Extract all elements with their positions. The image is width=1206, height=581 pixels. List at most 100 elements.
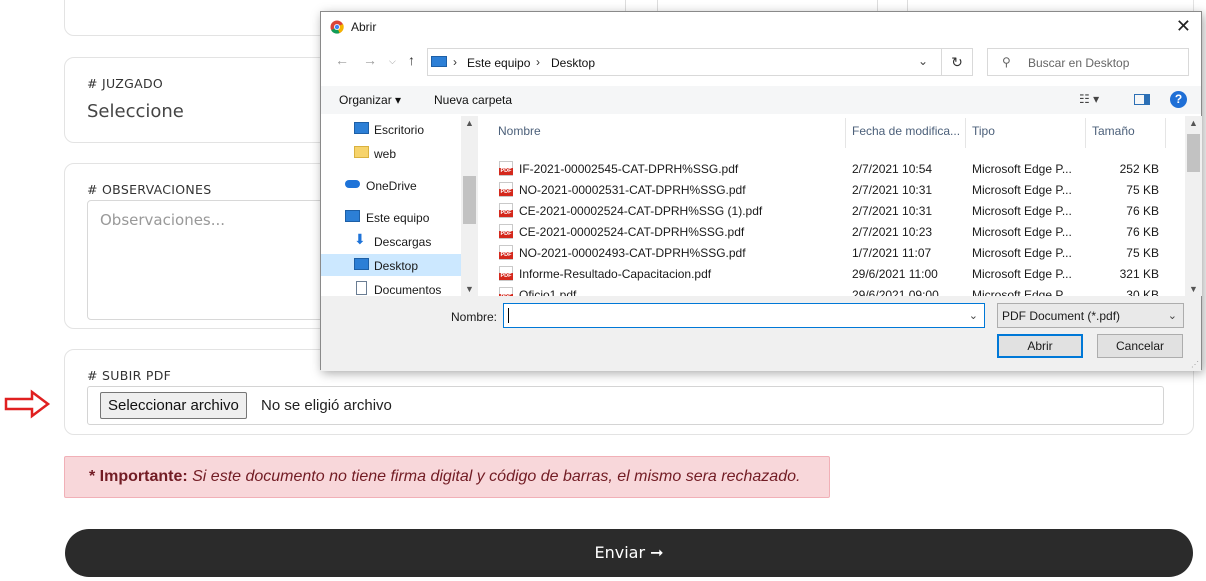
nav-item-web[interactable]: web: [321, 142, 461, 164]
file-date: 2/7/2021 10:31: [852, 204, 933, 218]
file-size: 252 KB: [1119, 162, 1159, 176]
scrollbar-thumb[interactable]: [1187, 134, 1200, 172]
file-row[interactable]: Informe-Resultado-Capacitacion.pdf 29/6/…: [497, 263, 1185, 284]
open-file-dialog: Abrir ✕ ← → ⌵ ↑ › Este equipo › Desktop …: [320, 11, 1202, 371]
nav-item-label: Este equipo: [366, 211, 430, 225]
computer-icon: [431, 56, 447, 67]
organize-menu[interactable]: Organizar ▾: [339, 93, 401, 107]
alert-prefix: * Importante:: [89, 468, 188, 485]
observaciones-textarea[interactable]: Observaciones...: [87, 200, 337, 320]
open-button[interactable]: Abrir: [997, 334, 1083, 358]
scroll-up-icon[interactable]: ▲: [465, 118, 474, 128]
scroll-down-icon[interactable]: ▼: [1189, 284, 1198, 294]
nav-item-este-equipo[interactable]: Este equipo: [321, 206, 461, 228]
nav-pane-scrollbar[interactable]: ▲ ▼: [461, 116, 478, 296]
file-type: Microsoft Edge P...: [972, 267, 1072, 281]
arrow-right-icon: ➞: [650, 543, 664, 562]
choose-file-button[interactable]: Seleccionar archivo: [100, 392, 247, 419]
juzgado-label: # JUZGADO: [87, 76, 164, 91]
nav-item-label: Desktop: [374, 259, 419, 273]
dialog-titlebar[interactable]: Abrir ✕: [321, 12, 1201, 42]
column-divider[interactable]: [1165, 118, 1166, 148]
up-arrow-icon[interactable]: ↑: [408, 52, 415, 68]
file-size: 76 KB: [1126, 204, 1159, 218]
file-row[interactable]: CE-2021-00002524-CAT-DPRH%SSG.pdf 2/7/20…: [497, 221, 1185, 242]
scrollbar-thumb[interactable]: [463, 176, 476, 224]
scroll-down-icon[interactable]: ▼: [465, 284, 474, 294]
help-icon[interactable]: ?: [1170, 91, 1187, 108]
address-bar[interactable]: › Este equipo › Desktop ⌄: [427, 48, 963, 76]
forward-arrow-icon[interactable]: →: [363, 52, 377, 68]
breadcrumb-separator: ›: [453, 55, 457, 69]
breadcrumb-separator: ›: [536, 55, 540, 69]
file-list: Nombre Fecha de modifica... Tipo Tamaño …: [481, 116, 1185, 296]
desktop-icon: [354, 122, 369, 134]
recent-chevron-icon[interactable]: ⌵: [389, 56, 396, 67]
back-arrow-icon[interactable]: ←: [335, 52, 349, 68]
nav-item-descargas[interactable]: ⬇ Descargas: [321, 230, 461, 252]
search-icon: ⚲: [1002, 55, 1011, 69]
file-name: IF-2021-00002545-CAT-DPRH%SSG.pdf: [519, 162, 739, 176]
nav-item-escritorio[interactable]: Escritorio: [321, 118, 461, 140]
column-header-tipo[interactable]: Tipo: [972, 124, 995, 138]
observaciones-label: # OBSERVACIONES: [87, 182, 212, 197]
column-header-nombre[interactable]: Nombre: [498, 124, 541, 138]
document-icon: [356, 281, 367, 295]
nav-item-label: Descargas: [374, 235, 432, 249]
column-divider[interactable]: [965, 118, 966, 148]
scroll-up-icon[interactable]: ▲: [1189, 118, 1198, 128]
refresh-icon: ↻: [951, 54, 963, 70]
file-size: 321 KB: [1119, 267, 1159, 281]
preview-pane-icon[interactable]: [1134, 94, 1150, 105]
nav-item-documentos[interactable]: Documentos: [321, 278, 461, 296]
resize-grip-icon[interactable]: ⋰: [1191, 360, 1199, 369]
alert-text: Si este documento no tiene firma digital…: [192, 468, 801, 485]
file-type-value: PDF Document (*.pdf): [1002, 309, 1121, 323]
chevron-down-icon[interactable]: ⌄: [969, 309, 978, 322]
file-row[interactable]: NO-2021-00002531-CAT-DPRH%SSG.pdf 2/7/20…: [497, 179, 1185, 200]
nav-item-label: Escritorio: [374, 123, 425, 137]
view-options-icon[interactable]: ☷ ▾: [1079, 92, 1099, 106]
file-date: 2/7/2021 10:23: [852, 225, 933, 239]
file-type-select[interactable]: PDF Document (*.pdf) ⌄: [997, 303, 1184, 328]
search-box[interactable]: ⚲ Buscar en Desktop: [987, 48, 1189, 76]
file-type: Microsoft Edge P...: [972, 162, 1072, 176]
column-header-tamano[interactable]: Tamaño: [1092, 124, 1135, 138]
file-type: Microsoft Edge P...: [972, 204, 1072, 218]
file-list-scrollbar[interactable]: ▲ ▼: [1185, 116, 1202, 296]
file-name: Informe-Resultado-Capacitacion.pdf: [519, 267, 712, 281]
pdf-file-icon: [499, 287, 513, 296]
file-row[interactable]: NO-2021-00002493-CAT-DPRH%SSG.pdf 1/7/20…: [497, 242, 1185, 263]
file-name-input[interactable]: ⌄: [503, 303, 985, 328]
file-date: 1/7/2021 11:07: [852, 246, 932, 260]
nav-item-onedrive[interactable]: OneDrive: [321, 174, 461, 196]
nav-item-desktop[interactable]: Desktop: [321, 254, 461, 276]
file-name: NO-2021-00002493-CAT-DPRH%SSG.pdf: [519, 246, 746, 260]
file-status-text: No se eligió archivo: [261, 397, 392, 414]
juzgado-select[interactable]: Seleccione: [87, 101, 184, 122]
file-row[interactable]: IF-2021-00002545-CAT-DPRH%SSG.pdf 2/7/20…: [497, 158, 1185, 179]
pdf-file-icon: [499, 266, 513, 281]
column-header-fecha[interactable]: Fecha de modifica...: [852, 124, 960, 138]
refresh-button[interactable]: ↻: [941, 48, 973, 76]
column-divider[interactable]: [845, 118, 846, 148]
dialog-title: Abrir: [351, 20, 377, 34]
breadcrumb-desktop[interactable]: Desktop: [551, 56, 595, 70]
cancel-button[interactable]: Cancelar: [1097, 334, 1183, 358]
file-row[interactable]: CE-2021-00002524-CAT-DPRH%SSG (1).pdf 2/…: [497, 200, 1185, 221]
new-folder-button[interactable]: Nueva carpeta: [434, 93, 512, 107]
computer-icon: [345, 210, 360, 222]
pdf-file-icon: [499, 245, 513, 260]
chevron-down-icon[interactable]: ⌄: [918, 54, 928, 68]
breadcrumb-este-equipo[interactable]: Este equipo: [467, 56, 530, 70]
file-input[interactable]: Seleccionar archivo No se eligió archivo: [87, 386, 1164, 425]
pdf-file-icon: [499, 224, 513, 239]
red-arrow-icon: [4, 389, 51, 419]
close-icon[interactable]: ✕: [1176, 16, 1191, 37]
nav-item-label: web: [374, 147, 397, 161]
pdf-file-icon: [499, 161, 513, 176]
submit-button[interactable]: Enviar ➞: [65, 529, 1193, 577]
file-row[interactable]: Oficio1.pdf 29/6/2021 09:00 Microsoft Ed…: [497, 284, 1185, 296]
file-date: 29/6/2021 09:00: [852, 288, 939, 296]
column-divider[interactable]: [1085, 118, 1086, 148]
